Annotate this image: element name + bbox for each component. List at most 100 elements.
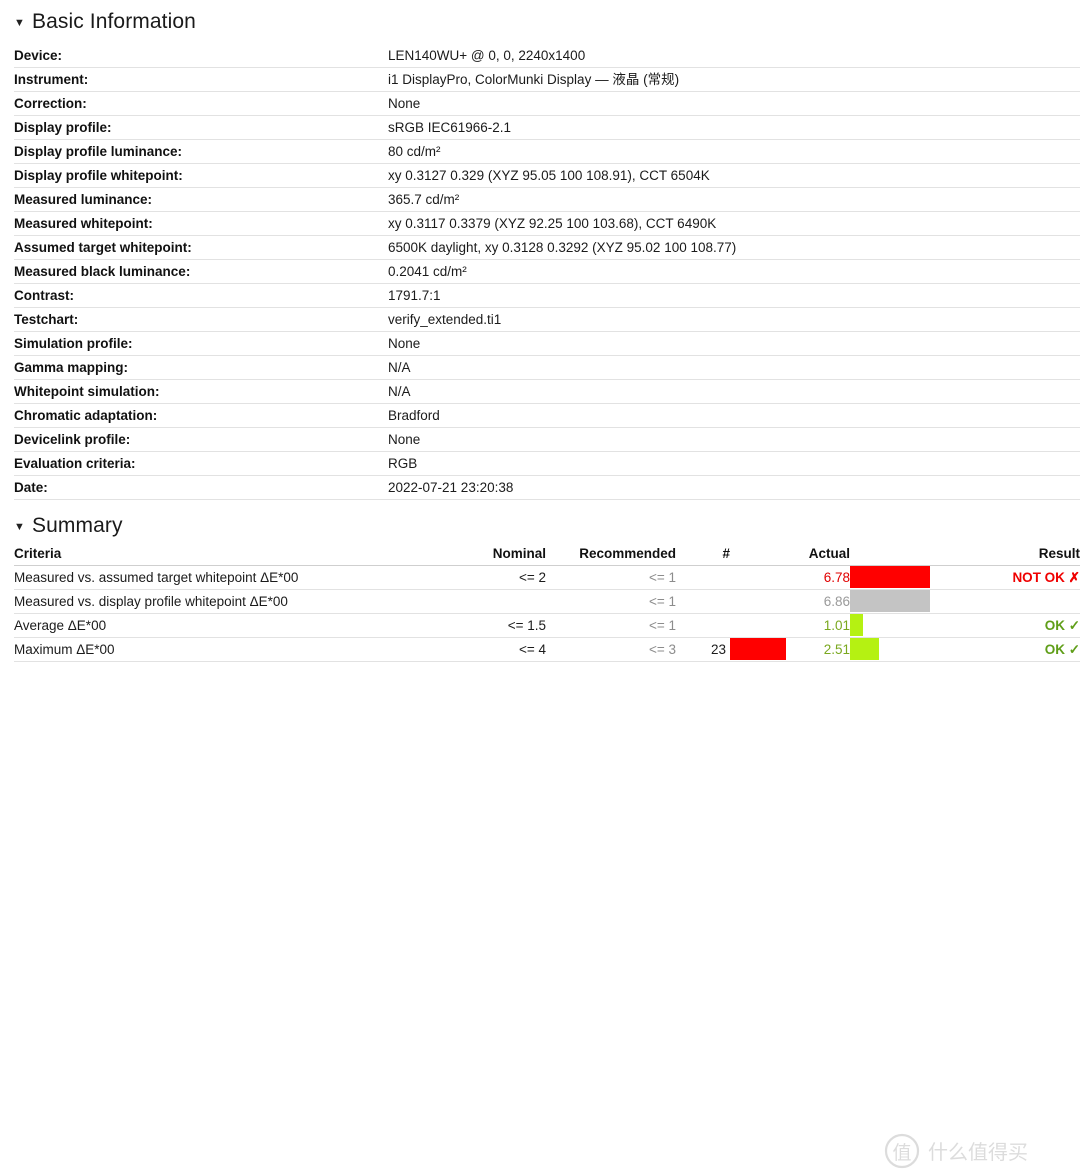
table-row: Measured black luminance: 0.2041 cd/m² [14,259,1080,284]
svg-text:什么值得买: 什么值得买 [928,1140,1028,1164]
right-bar [850,614,863,636]
recommended-value: <= 1 [546,565,676,590]
count-value: 23 [676,637,730,662]
table-row: Display profile: sRGB IEC61966-2.1 [14,115,1080,140]
column-header-actual[interactable]: Actual [786,542,850,566]
status-badge: OK ✓ [938,613,1080,638]
row-value: N/A [388,355,1080,380]
status-badge [938,589,1080,614]
table-row: Measured vs. display profile whitepoint … [14,589,1080,614]
row-label: Display profile whitepoint: [14,163,388,188]
summary-section: ▼ Summary Criteria Nominal Recommended #… [0,510,1080,1169]
right-bar-cell [850,589,938,614]
row-value: LEN140WU+ @ 0, 0, 2240x1400 [388,44,1080,68]
left-bar-cell [730,565,786,590]
row-value: Bradford [388,403,1080,428]
row-value: verify_extended.ti1 [388,307,1080,332]
column-header-left-bar [730,542,786,566]
table-row: Correction: None [14,91,1080,116]
row-value: N/A [388,379,1080,404]
report-page: ▼ Basic Information Device: LEN140WU+ @ … [0,0,1080,1169]
row-label: Correction: [14,91,388,116]
table-row: Whitepoint simulation: N/A [14,379,1080,404]
column-header-criteria[interactable]: Criteria [14,542,446,566]
left-bar [730,638,786,660]
table-row: Maximum ΔE*00 <= 4 <= 3 23 2.51 OK ✓ [14,637,1080,662]
row-value: 2022-07-21 23:20:38 [388,475,1080,500]
actual-value: 6.86 [786,589,850,614]
column-header-right-bar [850,542,938,566]
nominal-value [446,589,546,614]
recommended-value: <= 1 [546,613,676,638]
column-header-recommended[interactable]: Recommended [546,542,676,566]
recommended-value: <= 3 [546,637,676,662]
table-row: Date: 2022-07-21 23:20:38 [14,475,1080,500]
table-row: Device: LEN140WU+ @ 0, 0, 2240x1400 [14,44,1080,68]
row-label: Measured whitepoint: [14,211,388,236]
row-label: Simulation profile: [14,331,388,356]
summary-section-header[interactable]: ▼ Summary [0,510,1080,542]
basic-information-rows: Device: LEN140WU+ @ 0, 0, 2240x1400 Inst… [14,44,1080,500]
table-row: Contrast: 1791.7:1 [14,283,1080,308]
row-value: xy 0.3127 0.329 (XYZ 95.05 100 108.91), … [388,163,1080,188]
nominal-value: <= 2 [446,565,546,590]
column-header-nominal[interactable]: Nominal [446,542,546,566]
right-bar-cell [850,565,938,590]
table-row: Measured whitepoint: xy 0.3117 0.3379 (X… [14,211,1080,236]
row-value: None [388,331,1080,356]
row-value: 365.7 cd/m² [388,187,1080,212]
recommended-value: <= 1 [546,589,676,614]
row-value: sRGB IEC61966-2.1 [388,115,1080,140]
row-label: Assumed target whitepoint: [14,235,388,260]
row-label: Devicelink profile: [14,427,388,452]
row-label: Instrument: [14,67,388,92]
table-row: Chromatic adaptation: Bradford [14,403,1080,428]
nominal-value: <= 4 [446,637,546,662]
right-bar [850,566,930,588]
row-label: Whitepoint simulation: [14,379,388,404]
basic-information-section-header[interactable]: ▼ Basic Information [0,0,1080,38]
table-row: Devicelink profile: None [14,427,1080,452]
column-header-result[interactable]: Result [938,542,1080,566]
row-value: 6500K daylight, xy 0.3128 0.3292 (XYZ 95… [388,235,1080,260]
left-bar-cell [730,637,786,662]
row-value: 1791.7:1 [388,283,1080,308]
row-label: Display profile: [14,115,388,140]
count-value [676,589,730,614]
left-bar-cell [730,589,786,614]
nominal-value: <= 1.5 [446,613,546,638]
criteria-label: Average ΔE*00 [14,613,446,638]
criteria-label: Maximum ΔE*00 [14,637,446,662]
table-row: Evaluation criteria: RGB [14,451,1080,476]
row-label: Contrast: [14,283,388,308]
status-badge: NOT OK ✗ [938,565,1080,590]
row-value: 0.2041 cd/m² [388,259,1080,284]
criteria-label: Measured vs. assumed target whitepoint Δ… [14,565,446,590]
summary-title: Summary [32,514,123,537]
row-label: Evaluation criteria: [14,451,388,476]
basic-information-table: Device: LEN140WU+ @ 0, 0, 2240x1400 Inst… [14,44,1080,500]
summary-table-rows: Measured vs. assumed target whitepoint Δ… [14,565,1080,662]
row-value: xy 0.3117 0.3379 (XYZ 92.25 100 103.68),… [388,211,1080,236]
status-badge: OK ✓ [938,637,1080,662]
column-header-count[interactable]: # [676,542,730,566]
row-label: Chromatic adaptation: [14,403,388,428]
table-row: Average ΔE*00 <= 1.5 <= 1 1.01 OK ✓ [14,613,1080,638]
actual-value: 1.01 [786,613,850,638]
watermark: 值 什么值得买 [880,1128,1080,1174]
left-bar-cell [730,613,786,638]
row-label: Date: [14,475,388,500]
table-header-row: Criteria Nominal Recommended # Actual Re… [14,542,1080,566]
row-value: i1 DisplayPro, ColorMunki Display — 液晶 (… [388,67,1080,92]
actual-value: 2.51 [786,637,850,662]
chevron-down-icon[interactable]: ▼ [14,17,25,29]
row-label: Device: [14,44,388,68]
count-value [676,613,730,638]
table-row: Display profile luminance: 80 cd/m² [14,139,1080,164]
row-value: 80 cd/m² [388,139,1080,164]
count-value [676,565,730,590]
right-bar [850,590,930,612]
row-value: None [388,91,1080,116]
chevron-down-icon[interactable]: ▼ [14,521,25,533]
table-row: Display profile whitepoint: xy 0.3127 0.… [14,163,1080,188]
